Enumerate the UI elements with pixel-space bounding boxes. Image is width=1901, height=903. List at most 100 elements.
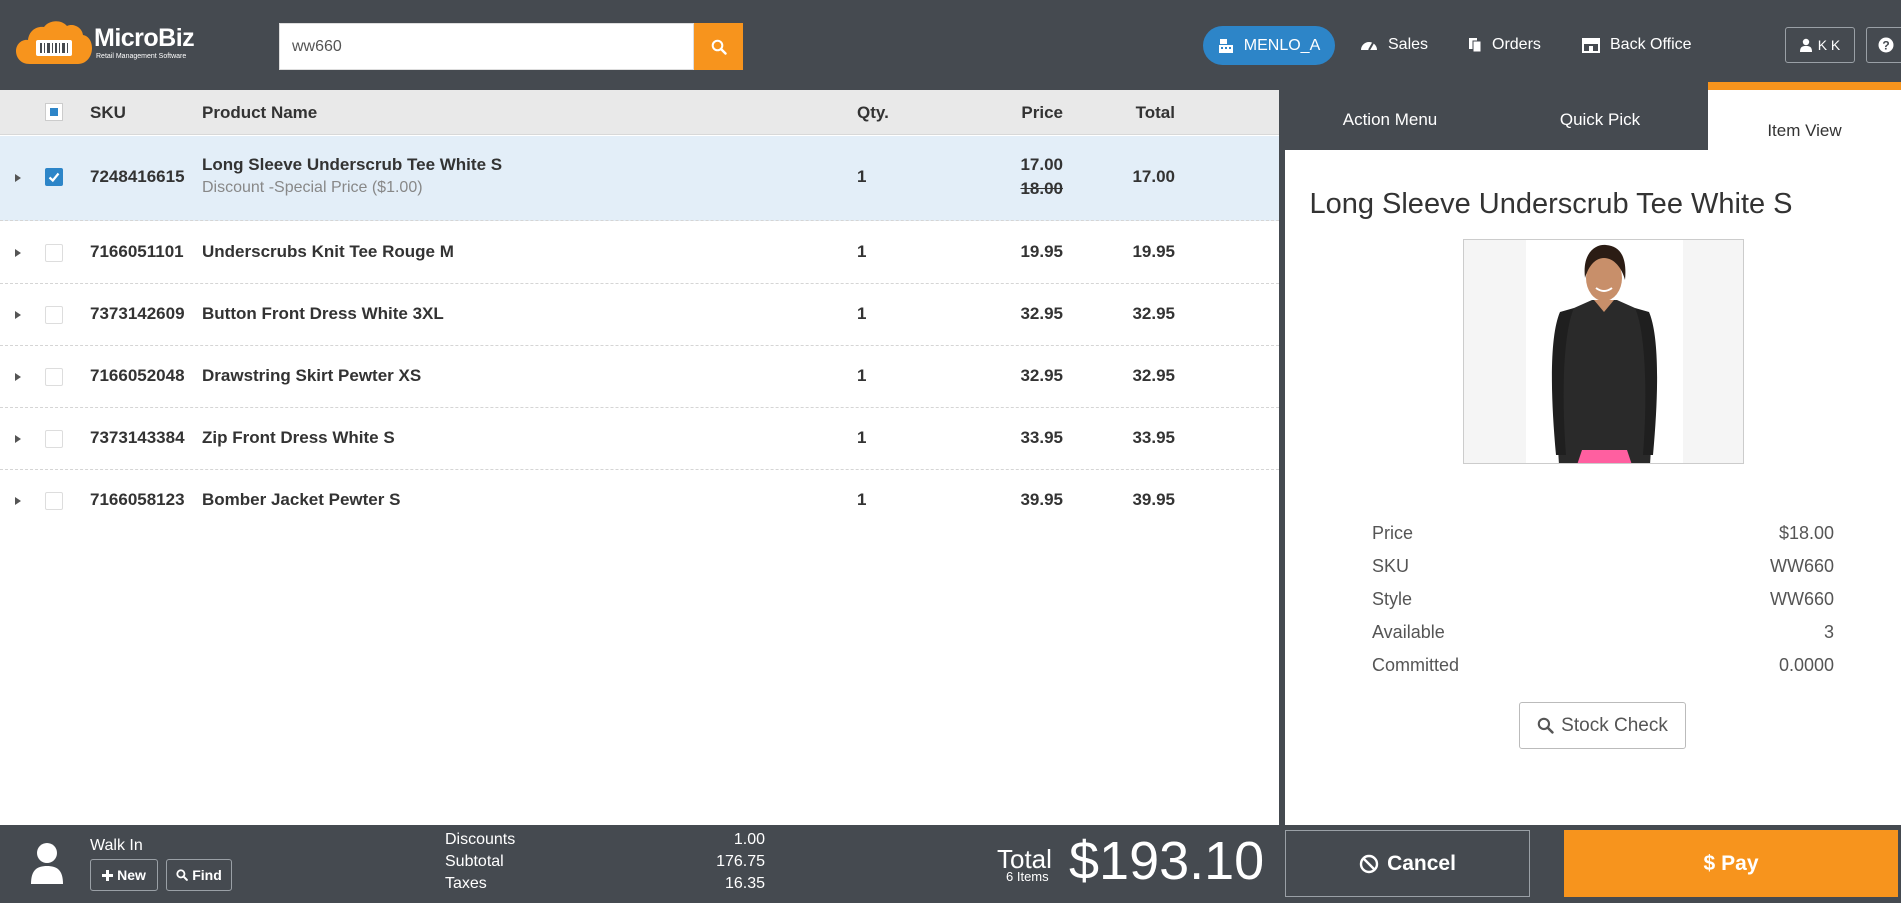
store-selector[interactable]: MENLO_A bbox=[1203, 26, 1335, 65]
nav-orders-label: Orders bbox=[1492, 36, 1541, 53]
expand-row-icon[interactable] bbox=[15, 249, 21, 257]
cloud-barcode-icon bbox=[16, 21, 92, 64]
nav-orders[interactable]: Orders bbox=[1467, 30, 1541, 60]
row-checkbox[interactable] bbox=[45, 244, 63, 262]
detail-available: Available 3 bbox=[1372, 622, 1834, 643]
detail-sku: SKU WW660 bbox=[1372, 556, 1834, 577]
detail-label: SKU bbox=[1372, 556, 1410, 576]
detail-label: Style bbox=[1372, 589, 1413, 609]
expand-row-icon[interactable] bbox=[15, 497, 21, 505]
row-qty[interactable]: 1 bbox=[857, 304, 866, 324]
find-customer-button[interactable]: Find bbox=[166, 859, 232, 891]
bottom-bar: Walk In New Find Discounts 1.00 Subtotal… bbox=[0, 825, 1901, 903]
row-product-name: Zip Front Dress White S bbox=[202, 428, 395, 447]
header-total[interactable]: Total bbox=[1100, 90, 1175, 135]
user-menu-button[interactable]: K K bbox=[1785, 27, 1855, 63]
table-row[interactable]: 7248416615 Long Sleeve Underscrub Tee Wh… bbox=[0, 136, 1279, 221]
select-all-checkbox[interactable] bbox=[45, 103, 63, 121]
brand-tagline: Retail Management Software bbox=[96, 53, 187, 60]
row-total: 19.95 bbox=[1132, 242, 1175, 261]
row-checkbox[interactable] bbox=[45, 430, 63, 448]
stock-check-button[interactable]: Stock Check bbox=[1519, 702, 1686, 749]
row-checkbox[interactable] bbox=[45, 368, 63, 386]
table-row[interactable]: 7166051101 Underscrubs Knit Tee Rouge M … bbox=[0, 222, 1279, 284]
detail-value: 0.0000 bbox=[1778, 655, 1834, 675]
nav-back-office-label: Back Office bbox=[1610, 36, 1692, 53]
discounts-label: Discounts bbox=[445, 831, 516, 848]
row-product-name: Button Front Dress White 3XL bbox=[202, 304, 444, 323]
expand-row-icon[interactable] bbox=[15, 311, 21, 319]
search-bar bbox=[279, 23, 743, 70]
row-total: 17.00 bbox=[1132, 167, 1175, 186]
row-product-name: Long Sleeve Underscrub Tee White S bbox=[202, 155, 503, 174]
header-product-name[interactable]: Product Name bbox=[202, 90, 317, 135]
store-icon bbox=[1582, 38, 1600, 53]
cancel-label: Cancel bbox=[1387, 851, 1456, 875]
search-input[interactable] bbox=[279, 23, 694, 70]
header-price[interactable]: Price bbox=[980, 90, 1063, 135]
row-qty[interactable]: 1 bbox=[857, 242, 866, 262]
taxes-label: Taxes bbox=[445, 875, 487, 892]
cancel-button[interactable]: Cancel bbox=[1285, 830, 1530, 897]
customer-avatar-icon[interactable] bbox=[30, 842, 64, 884]
tab-item-view[interactable]: Item View bbox=[1708, 82, 1901, 150]
row-product-name: Drawstring Skirt Pewter XS bbox=[202, 366, 422, 385]
row-total: 39.95 bbox=[1132, 490, 1175, 509]
user-initials: K K bbox=[1817, 37, 1841, 53]
expand-row-icon[interactable] bbox=[15, 373, 21, 381]
expand-row-icon[interactable] bbox=[15, 435, 21, 443]
row-product-name: Bomber Jacket Pewter S bbox=[202, 490, 401, 509]
row-sku: 7248416615 bbox=[90, 167, 185, 186]
nav-back-office[interactable]: Back Office bbox=[1581, 30, 1692, 60]
help-button[interactable]: ? bbox=[1866, 27, 1901, 63]
store-name: MENLO_A bbox=[1243, 36, 1321, 54]
row-sku: 7373143384 bbox=[90, 428, 185, 447]
item-view-panel: Long Sleeve Underscrub Tee White S Price… bbox=[1285, 150, 1901, 825]
top-bar: MicroBiz Retail Management Software MENL… bbox=[0, 0, 1901, 90]
row-price: 17.00 bbox=[1020, 155, 1063, 174]
detail-price: Price $18.00 bbox=[1372, 523, 1834, 544]
detail-label: Committed bbox=[1372, 655, 1460, 675]
discounts-value: 1.00 bbox=[733, 831, 765, 848]
row-qty[interactable]: 1 bbox=[857, 167, 866, 187]
subtotal-value: 176.75 bbox=[716, 853, 765, 870]
nav-sales[interactable]: Sales bbox=[1359, 30, 1428, 60]
tab-quick-pick[interactable]: Quick Pick bbox=[1495, 90, 1705, 150]
header-sku[interactable]: SKU bbox=[90, 90, 126, 135]
pay-button[interactable]: $ Pay bbox=[1564, 830, 1898, 897]
row-qty[interactable]: 1 bbox=[857, 490, 866, 510]
ban-icon bbox=[1359, 854, 1379, 873]
row-checkbox[interactable] bbox=[45, 492, 63, 510]
row-sku: 7373142609 bbox=[90, 304, 185, 323]
microbiz-logo[interactable]: MicroBiz Retail Management Software bbox=[16, 20, 206, 64]
row-price: 32.95 bbox=[1020, 304, 1063, 323]
item-title: Long Sleeve Underscrub Tee White S bbox=[1309, 188, 1793, 220]
row-qty[interactable]: 1 bbox=[857, 366, 866, 386]
header-qty[interactable]: Qty. bbox=[857, 90, 889, 135]
expand-row-icon[interactable] bbox=[15, 174, 21, 182]
find-customer-label: Find bbox=[192, 867, 222, 883]
new-customer-button[interactable]: New bbox=[90, 859, 158, 891]
row-price: 33.95 bbox=[1020, 428, 1063, 447]
row-checkbox[interactable] bbox=[45, 168, 63, 186]
table-row[interactable]: 7166052048 Drawstring Skirt Pewter XS 1 … bbox=[0, 346, 1279, 408]
pay-label: Pay bbox=[1721, 851, 1759, 875]
table-row[interactable]: 7373143384 Zip Front Dress White S 1 33.… bbox=[0, 408, 1279, 470]
row-discount: Discount -Special Price ($1.00) bbox=[202, 179, 423, 196]
panel-tabs: Action Menu Quick Pick Item View bbox=[1285, 82, 1901, 150]
row-total: 33.95 bbox=[1132, 428, 1175, 447]
brand-name: MicroBiz bbox=[94, 24, 195, 52]
row-checkbox[interactable] bbox=[45, 306, 63, 324]
table-row[interactable]: 7373142609 Button Front Dress White 3XL … bbox=[0, 284, 1279, 346]
nav-sales-label: Sales bbox=[1388, 36, 1429, 53]
tab-action-menu[interactable]: Action Menu bbox=[1285, 90, 1495, 150]
row-qty[interactable]: 1 bbox=[857, 428, 866, 448]
cart-table-header: SKU Product Name Qty. Price Total bbox=[0, 90, 1279, 135]
search-icon bbox=[1537, 717, 1554, 734]
table-row[interactable]: 7166058123 Bomber Jacket Pewter S 1 39.9… bbox=[0, 470, 1279, 532]
search-button[interactable] bbox=[694, 23, 743, 70]
search-icon bbox=[711, 39, 727, 55]
detail-style: Style WW660 bbox=[1372, 589, 1834, 610]
dashboard-icon bbox=[1361, 42, 1377, 51]
row-sku: 7166051101 bbox=[90, 242, 184, 261]
